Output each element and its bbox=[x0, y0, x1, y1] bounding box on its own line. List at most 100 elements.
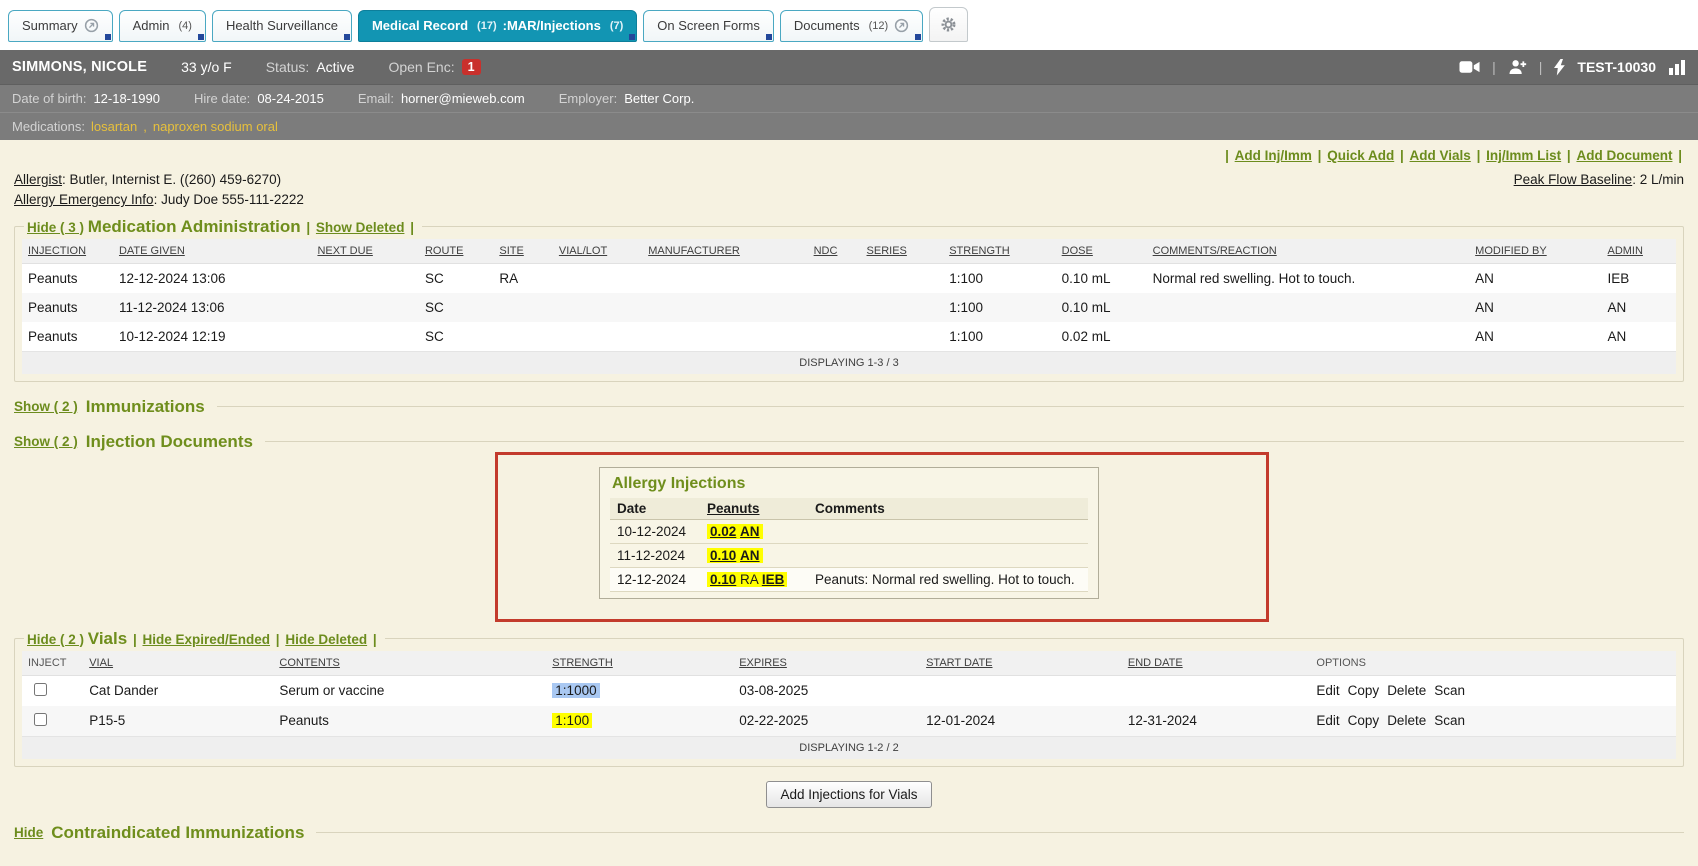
mar-col-series[interactable]: SERIES bbox=[861, 239, 944, 264]
inj-imm-list-link[interactable]: Inj/Imm List bbox=[1486, 148, 1561, 163]
mar-hide-toggle[interactable]: Hide ( 3 ) bbox=[27, 220, 84, 235]
open-encounters: Open Enc: 1 bbox=[388, 59, 480, 75]
mar-cell: Peanuts bbox=[22, 293, 113, 322]
allergy-col-comments: Comments bbox=[808, 498, 1088, 520]
bar-chart-icon[interactable] bbox=[1668, 59, 1686, 75]
mar-col-comments[interactable]: COMMENTS/REACTION bbox=[1147, 239, 1470, 264]
allergy-injection-row: 10-12-2024 0.02 AN bbox=[610, 519, 1088, 543]
vials-col-end-date[interactable]: END DATE bbox=[1122, 651, 1311, 676]
mar-col-manufacturer[interactable]: MANUFACTURER bbox=[642, 239, 807, 264]
vial-edit-link[interactable]: Edit bbox=[1316, 713, 1339, 728]
allergy-emergency-info-link[interactable]: Allergy Emergency Info bbox=[14, 192, 154, 207]
vial-inject-cell bbox=[22, 706, 83, 737]
tab-health-surveillance[interactable]: Health Surveillance bbox=[212, 10, 352, 42]
vials-col-strength[interactable]: STRENGTH bbox=[546, 651, 733, 676]
vial-copy-link[interactable]: Copy bbox=[1348, 683, 1380, 698]
page-actions: | Add Inj/Imm | Quick Add | Add Vials | … bbox=[1223, 148, 1684, 211]
medication-link-naproxen[interactable]: naproxen sodium oral bbox=[153, 119, 278, 134]
mar-col-next-due[interactable]: NEXT DUE bbox=[311, 239, 419, 264]
vial-delete-link[interactable]: Delete bbox=[1387, 683, 1426, 698]
mar-col-admin[interactable]: ADMIN bbox=[1601, 239, 1676, 264]
vial-delete-link[interactable]: Delete bbox=[1387, 713, 1426, 728]
vial-end-date-cell: 12-31-2024 bbox=[1122, 706, 1311, 737]
peak-flow-baseline-link[interactable]: Peak Flow Baseline bbox=[1514, 172, 1633, 187]
mar-col-modified-by[interactable]: MODIFIED BY bbox=[1469, 239, 1601, 264]
allergy-col-date: Date bbox=[610, 498, 700, 520]
vial-inject-checkbox[interactable] bbox=[34, 713, 47, 726]
add-injections-for-vials-button[interactable]: Add Injections for Vials bbox=[766, 781, 931, 808]
vials-col-start-date[interactable]: START DATE bbox=[920, 651, 1122, 676]
mar-col-site[interactable]: SITE bbox=[493, 239, 553, 264]
mar-cell: 11-12-2024 13:06 bbox=[113, 293, 311, 322]
vials-hide-deleted-link[interactable]: Hide Deleted bbox=[285, 632, 367, 647]
medication-link-losartan[interactable]: losartan bbox=[91, 119, 137, 134]
immunizations-show-toggle[interactable]: Show ( 2 ) bbox=[14, 399, 78, 414]
allergy-col-peanuts[interactable]: Peanuts bbox=[700, 498, 808, 520]
vial-edit-link[interactable]: Edit bbox=[1316, 683, 1339, 698]
vial-scan-link[interactable]: Scan bbox=[1434, 713, 1465, 728]
mar-show-deleted-link[interactable]: Show Deleted bbox=[316, 220, 405, 235]
vial-inject-checkbox[interactable] bbox=[34, 683, 47, 696]
add-vials-link[interactable]: Add Vials bbox=[1410, 148, 1471, 163]
mar-cell bbox=[493, 322, 553, 352]
icon-separator: | bbox=[1492, 59, 1496, 75]
mar-col-dose[interactable]: DOSE bbox=[1056, 239, 1147, 264]
mar-col-date-given[interactable]: DATE GIVEN bbox=[113, 239, 311, 264]
lightning-bolt-icon[interactable] bbox=[1554, 59, 1565, 76]
vial-copy-link[interactable]: Copy bbox=[1348, 713, 1380, 728]
vials-col-vial[interactable]: VIAL bbox=[83, 651, 273, 676]
admin-initials-link[interactable]: IEB bbox=[762, 572, 785, 587]
mar-cell bbox=[553, 293, 642, 322]
mar-col-vial-lot[interactable]: VIAL/LOT bbox=[553, 239, 642, 264]
date-of-birth: Date of birth: 12-18-1990 bbox=[12, 91, 160, 106]
dose-link[interactable]: 0.10 bbox=[710, 548, 736, 563]
admin-initials-link[interactable]: AN bbox=[740, 524, 760, 539]
allergist-link[interactable]: Allergist bbox=[14, 172, 62, 187]
vials-table: INJECT VIAL CONTENTS STRENGTH EXPIRES ST… bbox=[22, 651, 1676, 759]
add-inj-imm-link[interactable]: Add Inj/Imm bbox=[1235, 148, 1312, 163]
video-camera-icon[interactable] bbox=[1459, 60, 1480, 74]
mar-cell: SC bbox=[419, 322, 493, 352]
vials-legend: Hide ( 2 ) Vials | Hide Expired/Ended | … bbox=[24, 629, 385, 649]
webchart-mar-injections-screen: Summary Admin(4) Health Surveillance Med… bbox=[0, 0, 1698, 866]
dose-link[interactable]: 0.02 bbox=[710, 524, 736, 539]
open-enc-count-badge[interactable]: 1 bbox=[462, 59, 481, 75]
allergy-date-cell: 11-12-2024 bbox=[610, 543, 700, 567]
tab-on-screen-forms-label: On Screen Forms bbox=[657, 18, 760, 33]
mar-col-strength[interactable]: STRENGTH bbox=[943, 239, 1055, 264]
dob-value: 12-18-1990 bbox=[93, 91, 160, 106]
quick-add-link[interactable]: Quick Add bbox=[1327, 148, 1394, 163]
vial-scan-link[interactable]: Scan bbox=[1434, 683, 1465, 698]
admin-initials-link[interactable]: AN bbox=[740, 548, 760, 563]
settings-button[interactable] bbox=[929, 7, 968, 42]
mar-col-route[interactable]: ROUTE bbox=[419, 239, 493, 264]
dose-link[interactable]: 0.10 bbox=[710, 572, 736, 587]
allergy-emergency-value: Judy Doe 555-111-2222 bbox=[161, 192, 304, 207]
mar-col-injection[interactable]: INJECTION bbox=[22, 239, 113, 264]
vial-options-cell: Edit Copy Delete Scan bbox=[1310, 706, 1676, 737]
tab-corner-mark bbox=[344, 34, 350, 40]
vials-col-contents[interactable]: CONTENTS bbox=[273, 651, 546, 676]
popout-icon[interactable] bbox=[84, 18, 99, 33]
patient-age-sex: 33 y/o F bbox=[181, 59, 232, 75]
mar-col-ndc[interactable]: NDC bbox=[808, 239, 861, 264]
dose-highlight: 0.10 AN bbox=[707, 548, 763, 563]
tab-admin[interactable]: Admin(4) bbox=[119, 10, 206, 42]
mar-cell: SC bbox=[419, 263, 493, 293]
link-separator: | bbox=[1678, 148, 1682, 163]
contraindicated-hide-toggle[interactable]: Hide bbox=[14, 825, 43, 840]
vials-col-expires[interactable]: EXPIRES bbox=[733, 651, 920, 676]
tab-on-screen-forms[interactable]: On Screen Forms bbox=[643, 10, 774, 42]
tab-summary[interactable]: Summary bbox=[8, 10, 113, 42]
vials-hide-expired-link[interactable]: Hide Expired/Ended bbox=[142, 632, 270, 647]
add-person-icon[interactable] bbox=[1508, 59, 1527, 75]
employer: Employer: Better Corp. bbox=[559, 91, 695, 106]
tab-medical-record-mar-injections[interactable]: Medical Record(17):MAR/Injections(7) bbox=[358, 10, 637, 42]
popout-icon[interactable] bbox=[894, 18, 909, 33]
mar-footer-row: DISPLAYING 1-3 / 3 bbox=[22, 351, 1676, 374]
link-separator: | bbox=[1567, 148, 1571, 163]
tab-documents[interactable]: Documents(12) bbox=[780, 10, 923, 42]
add-document-link[interactable]: Add Document bbox=[1576, 148, 1672, 163]
injection-documents-show-toggle[interactable]: Show ( 2 ) bbox=[14, 434, 78, 449]
vials-hide-toggle[interactable]: Hide ( 2 ) bbox=[27, 632, 84, 647]
